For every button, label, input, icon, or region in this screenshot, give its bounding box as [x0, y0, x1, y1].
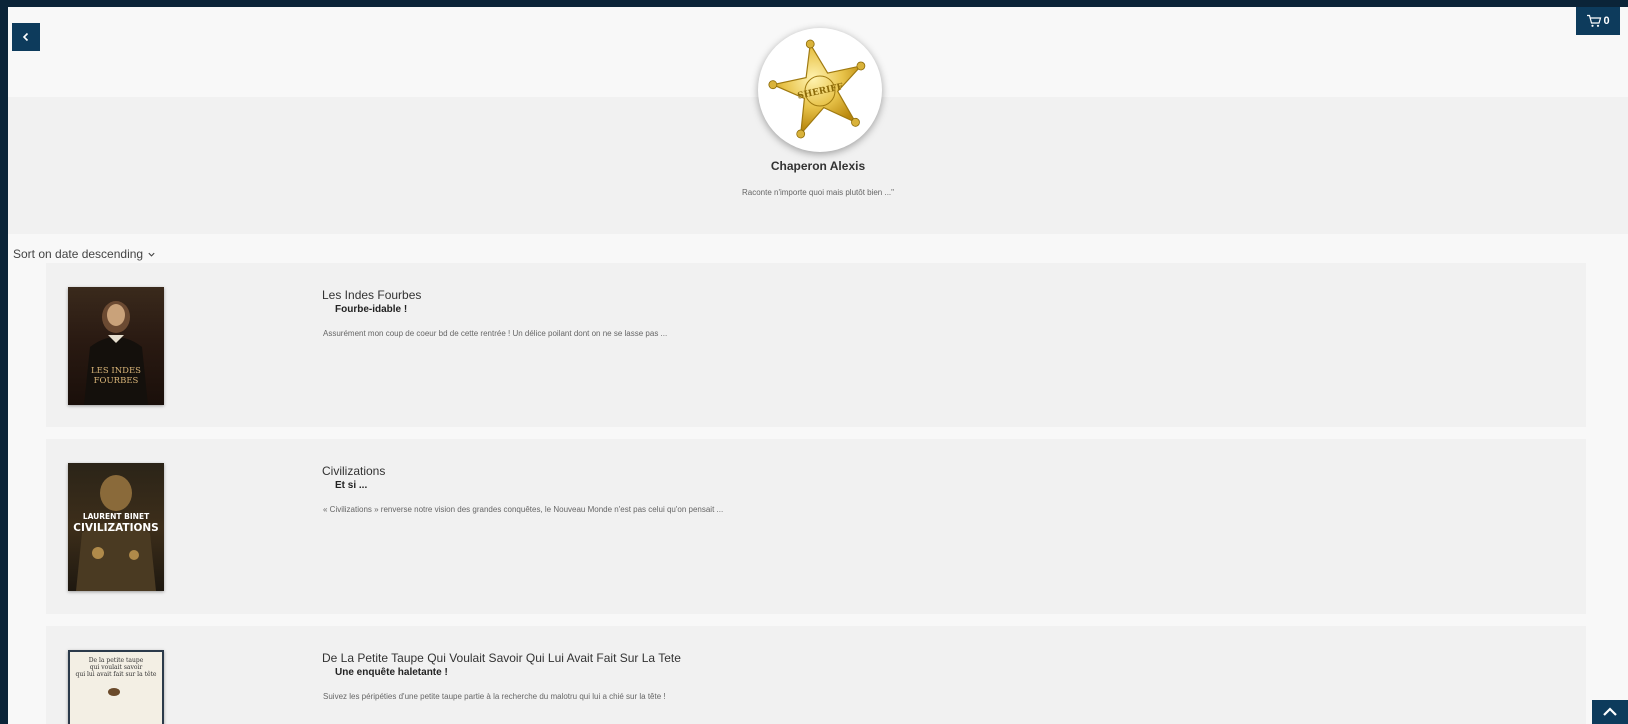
- review-title: Une enquête haletante !: [335, 667, 448, 678]
- review-title: Et si ...: [335, 480, 368, 491]
- book-title[interactable]: De La Petite Taupe Qui Voulait Savoir Qu…: [322, 651, 681, 665]
- cover-author: LAURENT BINET: [83, 512, 150, 521]
- cover-title-line-1: LES INDES: [91, 366, 141, 376]
- shopping-cart-icon: [1587, 14, 1602, 27]
- cover-title-line-2: qui voulait savoir: [90, 664, 143, 671]
- sort-dropdown[interactable]: Sort on date descending: [13, 247, 156, 261]
- profile-avatar: SHERIFF: [758, 28, 882, 152]
- cover-art: LAURENT BINET CIVILIZATIONS: [73, 475, 159, 591]
- cart-count: 0: [1603, 15, 1610, 27]
- review-excerpt: Assurément mon coup de coeur bd de cette…: [323, 329, 668, 338]
- chevron-left-icon: [22, 32, 29, 42]
- sort-label: Sort on date descending: [13, 247, 144, 261]
- review-card[interactable]: LAURENT BINET CIVILIZATIONS Civilization…: [46, 439, 1586, 614]
- review-card[interactable]: De la petite taupe qui voulait savoir qu…: [46, 626, 1586, 724]
- app-container: 0 SHERIFF Chaperon Alexis Raconte n'impo…: [8, 7, 1628, 724]
- review-excerpt: « Civilizations » renverse notre vision …: [323, 505, 724, 514]
- chevron-up-icon: [1603, 707, 1617, 716]
- cover-art: LES INDES FOURBES: [84, 301, 148, 405]
- cover-title-line-1: De la petite taupe: [89, 657, 144, 664]
- cover-title: CIVILIZATIONS: [73, 522, 159, 534]
- sheriff-star-icon: SHERIFF: [768, 39, 866, 139]
- profile-name: Chaperon Alexis: [770, 159, 866, 173]
- review-title: Fourbe-idable !: [335, 304, 408, 315]
- book-cover[interactable]: LES INDES FOURBES: [68, 287, 164, 405]
- cover-title-line-3: qui lui avait fait sur la tête: [75, 671, 156, 678]
- back-button[interactable]: [12, 23, 40, 51]
- book-title[interactable]: Civilizations: [322, 464, 385, 478]
- cover-title-line-2: FOURBES: [94, 376, 139, 386]
- book-cover[interactable]: LAURENT BINET CIVILIZATIONS: [68, 463, 164, 591]
- chevron-down-icon: [148, 252, 155, 257]
- book-title[interactable]: Les Indes Fourbes: [322, 288, 421, 302]
- scroll-to-top-button[interactable]: [1592, 700, 1628, 724]
- book-cover[interactable]: De la petite taupe qui voulait savoir qu…: [68, 650, 164, 724]
- review-excerpt: Suivez les péripéties d'une petite taupe…: [323, 692, 666, 701]
- cart-button[interactable]: 0: [1576, 7, 1620, 35]
- review-card[interactable]: LES INDES FOURBES Les Indes Fourbes Four…: [46, 263, 1586, 427]
- profile-bio: Raconte n'importe quoi mais plutôt bien …: [741, 188, 894, 197]
- cover-art: De la petite taupe qui voulait savoir qu…: [75, 657, 157, 696]
